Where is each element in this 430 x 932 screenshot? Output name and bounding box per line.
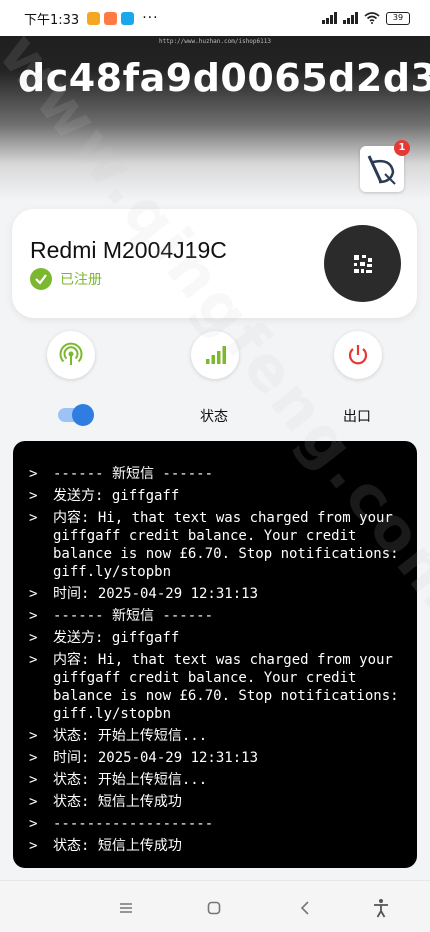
accessibility-icon[interactable] <box>369 897 393 919</box>
log-console[interactable]: > ------ 新短信 ------ > 发送方: giffgaff > 内容: Hi,… <box>13 441 417 868</box>
log-prompt: > <box>29 510 38 526</box>
log-text: ------------------- <box>53 816 214 832</box>
log-prompt: > <box>29 586 38 602</box>
status-bar: 下午1:33 ··· 39 <box>0 0 430 36</box>
log-line: > 内容: Hi, that text was charged from your… <box>29 509 407 581</box>
back-icon[interactable] <box>293 897 317 919</box>
notification-badge: 1 <box>394 140 410 156</box>
more-notifications-icon: ··· <box>142 10 159 26</box>
broadcast-button[interactable] <box>47 331 95 379</box>
watermark-url: http://www.huzhan.com/ishop6113 <box>159 38 271 45</box>
log-prompt: > <box>29 816 38 832</box>
log-text: 内容: Hi, that text was charged from your … <box>53 510 408 580</box>
power-icon <box>348 345 368 365</box>
log-prompt: > <box>29 608 38 624</box>
device-card: Redmi M2004J19C 已注册 <box>12 209 417 318</box>
log-text: 发送方: giffgaff <box>53 488 180 504</box>
signal-icon <box>322 12 337 24</box>
log-line: > ------ 新短信 ------ <box>29 607 407 625</box>
device-id-title: dc48fa9d0065d2d3 <box>18 56 430 100</box>
log-line: > 发送方: giffgaff <box>29 487 407 505</box>
wifi-icon <box>364 12 380 24</box>
log-text: 发送方: giffgaff <box>53 630 180 646</box>
registration-status-text: 已注册 <box>60 272 102 288</box>
service-toggle[interactable] <box>58 404 94 426</box>
registration-status-row: 已注册 <box>30 268 102 290</box>
app-logo-icon <box>367 155 396 185</box>
log-line: > 发送方: giffgaff <box>29 629 407 647</box>
log-line: > ------ 新短信 ------ <box>29 465 407 483</box>
status-label: 状态 <box>200 409 228 425</box>
status-time: 下午1:33 <box>24 12 80 28</box>
log-line: > 状态: 短信上传成功 <box>29 837 407 855</box>
log-text: 状态: 短信上传成功 <box>53 794 182 810</box>
log-line: > 状态: 短信上传成功 <box>29 793 407 811</box>
notification-app-icon <box>87 11 101 25</box>
device-model: Redmi M2004J19C <box>30 237 227 263</box>
battery-icon: 39 <box>386 11 410 25</box>
status-app-icons <box>87 11 135 25</box>
exit-label[interactable]: 出口 <box>343 406 371 426</box>
notification-app-icon <box>104 11 118 25</box>
log-line: > 时间: 2025-04-29 12:31:13 <box>29 749 407 767</box>
log-line: > ------------------- <box>29 815 407 833</box>
system-nav-bar <box>0 880 430 932</box>
power-button[interactable] <box>334 331 382 379</box>
broadcast-icon <box>59 342 83 365</box>
home-icon[interactable] <box>202 897 226 919</box>
log-prompt: > <box>29 630 38 646</box>
log-text: ------ 新短信 ------ <box>53 608 214 624</box>
signal-strength-button[interactable] <box>191 331 239 379</box>
log-text: 状态: 短信上传成功 <box>53 838 182 854</box>
log-prompt: > <box>29 488 38 504</box>
log-prompt: > <box>29 750 38 766</box>
menu-icon[interactable] <box>114 897 138 919</box>
log-text: 内容: Hi, that text was charged from your … <box>53 652 408 722</box>
log-text: 状态: 开始上传短信... <box>53 772 208 788</box>
log-prompt: > <box>29 652 38 668</box>
log-text: 时间: 2025-04-29 12:31:13 <box>53 750 259 766</box>
qr-code-button[interactable] <box>324 225 401 302</box>
notification-app-icon <box>121 11 135 25</box>
log-text: 状态: 开始上传短信... <box>53 728 208 744</box>
log-line: > 状态: 开始上传短信... <box>29 727 407 745</box>
qr-code-icon <box>353 254 372 273</box>
log-prompt: > <box>29 466 38 482</box>
log-line: > 时间: 2025-04-29 12:31:13 <box>29 585 407 603</box>
signal-strength-icon <box>206 346 226 364</box>
signal-icon <box>343 12 358 24</box>
log-line: > 内容: Hi, that text was charged from your… <box>29 651 407 723</box>
check-icon <box>30 268 52 290</box>
log-prompt: > <box>29 794 38 810</box>
log-prompt: > <box>29 838 38 854</box>
log-prompt: > <box>29 772 38 788</box>
log-text: 时间: 2025-04-29 12:31:13 <box>53 586 259 602</box>
log-text: ------ 新短信 ------ <box>53 466 214 482</box>
log-prompt: > <box>29 728 38 744</box>
log-line: > 状态: 开始上传短信... <box>29 771 407 789</box>
